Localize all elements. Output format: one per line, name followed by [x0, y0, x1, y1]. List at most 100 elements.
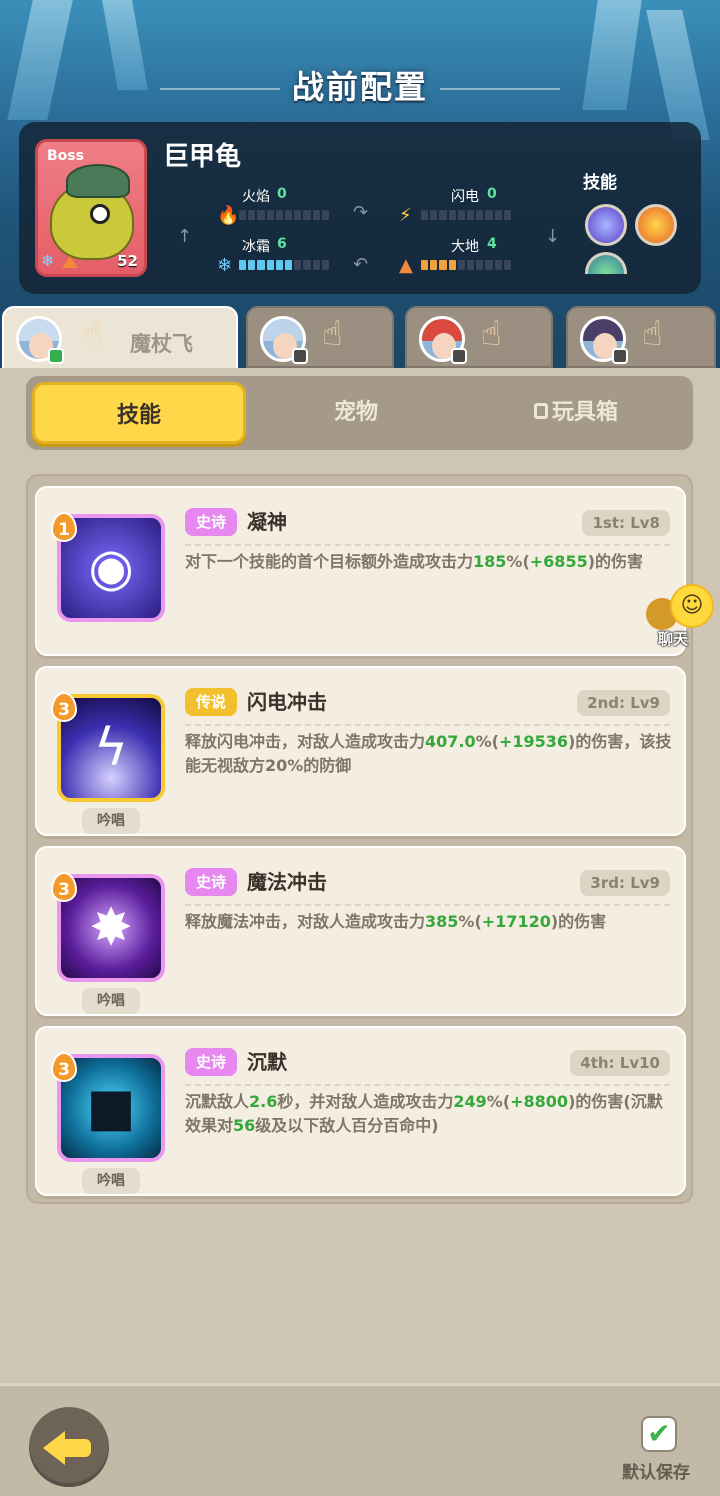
chant-tag: 吟唱 — [82, 1168, 140, 1194]
skill-level-badge: 3rd: Lv9 — [580, 870, 670, 896]
page-title: 战前配置 — [291, 68, 428, 106]
chat-badge-icon — [612, 348, 628, 364]
save-checkbox[interactable]: ✔ — [641, 1416, 677, 1452]
attr-bar-segment — [266, 260, 274, 270]
earth-icon: ▲ — [399, 255, 413, 276]
earth-icon — [62, 256, 78, 268]
boss-skills-label: 技能 — [583, 173, 617, 193]
attr-bar-segment — [448, 210, 456, 220]
skill-card[interactable]: ■ 3 吟唱 史诗 沉默 4th: Lv10 沉默敌人2.6秒，并对敌人造成攻击… — [35, 1026, 686, 1196]
attr-label: 火焰 — [242, 189, 270, 205]
attr-bar — [239, 210, 330, 220]
attr-bar-segment — [439, 210, 447, 220]
hero-tab-3[interactable]: ☝ — [405, 306, 553, 368]
skill-card[interactable]: ✸ 3 吟唱 史诗 魔法冲击 3rd: Lv9 释放魔法冲击，对敌人造成攻击力3… — [35, 846, 686, 1016]
skill-list[interactable]: ◉ 1 史诗 凝神 1st: Lv8 对下一个技能的首个目标额外造成攻击力185… — [26, 474, 693, 1204]
attr-bar-segment — [248, 260, 256, 270]
attr-frost: 冰霜 6 ❄ — [217, 236, 337, 280]
category-tab-bar: 技能 宠物 玩具箱 — [26, 376, 693, 450]
attr-bar-segment — [257, 210, 265, 220]
back-arrow-icon — [43, 1431, 65, 1465]
attr-bar-segment — [485, 260, 493, 270]
chat-label: 聊天 — [658, 630, 689, 648]
skill-description: 对下一个技能的首个目标额外造成攻击力185%(+6855)的伤害 — [185, 550, 675, 574]
back-button[interactable] — [29, 1407, 109, 1487]
skill-card[interactable]: ϟ 3 吟唱 传说 闪电冲击 2nd: Lv9 释放闪电冲击，对敌人造成攻击力4… — [35, 666, 686, 836]
skill-name: 魔法冲击 — [247, 870, 327, 894]
skill-card[interactable]: ◉ 1 史诗 凝神 1st: Lv8 对下一个技能的首个目标额外造成攻击力185… — [35, 486, 686, 656]
attr-bar-segment — [503, 260, 512, 270]
desc-highlight: +17120 — [481, 912, 551, 931]
skill-level-badge: 2nd: Lv9 — [577, 690, 670, 716]
chant-tag: 吟唱 — [82, 808, 140, 834]
divider — [185, 724, 670, 726]
tab-skills[interactable]: 技能 — [32, 382, 246, 444]
attr-value: 6 — [277, 236, 287, 252]
hero-name: 魔杖飞 — [130, 332, 193, 356]
attr-value: 0 — [487, 186, 497, 202]
boss-name: 巨甲龟 — [163, 142, 242, 172]
rank-badge: 3 — [51, 692, 77, 722]
boss-skill-icon[interactable] — [635, 204, 677, 246]
pointing-hand-icon: ☝ — [481, 314, 502, 354]
attr-bar-segment — [239, 210, 247, 220]
attr-bar-segment — [312, 260, 320, 270]
attr-bar-segment — [467, 210, 475, 220]
boss-tag: Boss — [47, 148, 84, 164]
rank-badge: 3 — [51, 872, 77, 902]
attr-bar-segment — [312, 210, 320, 220]
divider — [185, 1084, 670, 1086]
lightning-icon: ⚡ — [399, 205, 412, 226]
boss-skill-icon[interactable] — [585, 252, 627, 274]
cycle-arrow-icon: ↓ — [545, 226, 561, 247]
desc-text: %( — [475, 732, 499, 751]
tab-toybox[interactable]: 玩具箱 — [466, 382, 686, 444]
attr-bar-segment — [275, 210, 284, 220]
desc-text: %( — [506, 552, 530, 571]
boss-portrait[interactable]: Boss ❄ 52 — [35, 139, 147, 277]
hero-tab-2[interactable]: ☝ — [246, 306, 394, 368]
hero-tab-4[interactable]: ☝ — [566, 306, 716, 368]
skill-level-badge: 4th: Lv10 — [570, 1050, 670, 1076]
smiley-icon: ☺ — [670, 584, 714, 628]
desc-text: 对下一个技能的首个目标额外造成攻击力 — [185, 552, 474, 571]
attr-bar — [421, 210, 512, 220]
attr-bar-segment — [275, 260, 284, 270]
attr-bar-segment — [421, 260, 429, 270]
fire-icon: 🔥 — [217, 205, 240, 226]
attr-bar-segment — [476, 210, 484, 220]
attr-fire: 火焰 0 🔥 — [217, 186, 337, 230]
lock-icon — [533, 403, 548, 419]
desc-highlight: +6855 — [529, 552, 588, 571]
turtle-hat — [66, 164, 130, 198]
attr-bar-segment — [285, 210, 293, 220]
rank-badge: 1 — [51, 512, 77, 542]
attr-earth: 大地 4 ▲ — [399, 236, 519, 280]
chat-button[interactable]: ☺ 聊天 — [646, 584, 720, 652]
snowflake-icon: ❄ — [217, 255, 233, 276]
boss-skill-icon[interactable] — [585, 204, 627, 246]
desc-highlight: +8800 — [510, 1092, 569, 1111]
divider — [185, 904, 670, 906]
attr-bar-segment — [494, 260, 502, 270]
attr-bar-segment — [248, 210, 256, 220]
skill-description: 释放闪电冲击，对敌人造成攻击力407.0%(+19536)的伤害，该技能无视敌方… — [185, 730, 675, 778]
tab-pets[interactable]: 宠物 — [256, 382, 456, 444]
hero-tab-1[interactable]: ☝ 魔杖飞 — [2, 306, 238, 372]
attr-bar — [239, 260, 330, 270]
desc-text: %( — [458, 912, 482, 931]
attr-bar-segment — [303, 210, 311, 220]
desc-text: 秒，并对敌人造成攻击力 — [277, 1092, 454, 1111]
attr-bar-segment — [494, 210, 502, 220]
desc-text: )的伤害 — [587, 552, 644, 571]
desc-text: )的伤害 — [550, 912, 607, 931]
chat-badge-icon — [292, 348, 308, 364]
background-scene: 战前配置 Boss ❄ 52 巨甲龟 火焰 0 🔥 闪电 0 ⚡ 冰霜 6 ❄ … — [0, 0, 720, 372]
attr-value: 0 — [277, 186, 287, 202]
attr-bar-segment — [294, 210, 302, 220]
attr-bar-segment — [303, 260, 311, 270]
skill-name: 凝神 — [247, 510, 287, 534]
desc-highlight: 407.0 — [425, 732, 476, 751]
desc-text: 级及以下敌人百分百命中) — [255, 1116, 439, 1135]
desc-highlight: 2.6 — [249, 1092, 278, 1111]
